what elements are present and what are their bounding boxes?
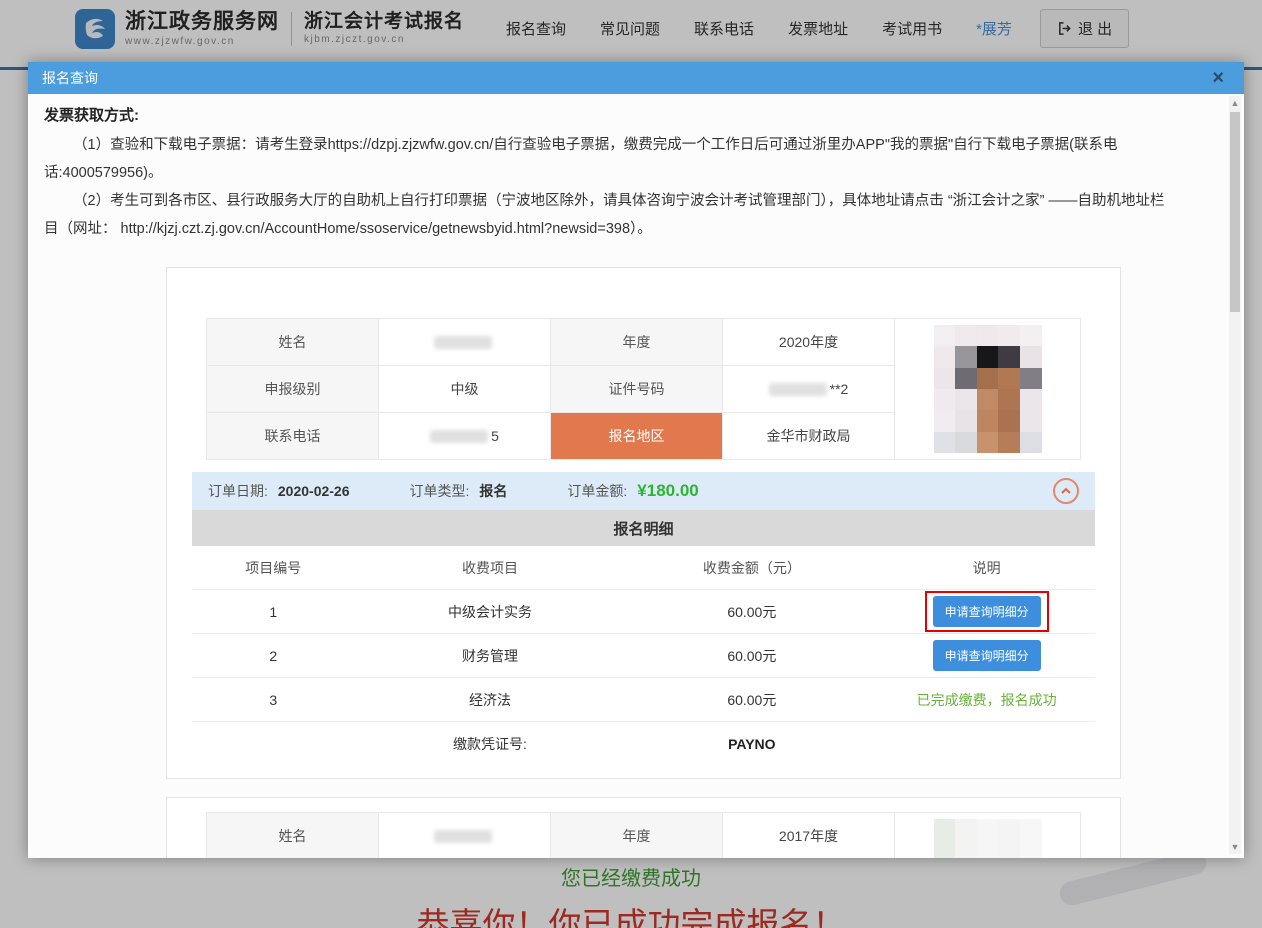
modal-title: 报名查询 (42, 68, 98, 88)
order-date-label: 订单日期: (208, 481, 268, 501)
close-icon[interactable]: × (1206, 68, 1230, 88)
collapse-chevron-icon[interactable] (1053, 478, 1079, 504)
name-label: 姓名 (207, 319, 379, 366)
row-no: 3 (192, 678, 355, 722)
row-item: 中级会计实务 (355, 590, 626, 634)
modal-titlebar: 报名查询 × (28, 62, 1244, 94)
row-action: 申请查询明细分 (878, 590, 1095, 634)
order-type-value: 报名 (479, 481, 507, 501)
scrollbar-down-arrow-icon[interactable]: ▼ (1229, 840, 1241, 854)
detail-section-title: 报名明细 (192, 510, 1095, 546)
phone-value: 5 (379, 413, 551, 460)
invoice-notice-paragraph-1: （1）查验和下载电子票据：请考生登录https://dzpj.zjzwfw.go… (44, 131, 1174, 187)
row-status: 已完成缴费，报名成功 (878, 678, 1095, 722)
name-value (379, 813, 551, 858)
applicant-photo (934, 325, 1042, 453)
region-label: 报名地区 (551, 413, 723, 460)
order-date-value: 2020-02-26 (278, 483, 350, 499)
order-record-card-2017: 姓名 年度 2017年度 申报级别 初级 证件号码 ***2 (166, 797, 1121, 858)
payno-value: PAYNO (625, 722, 878, 766)
row-fee: 60.00元 (625, 634, 878, 678)
col-header-item-no: 项目编号 (192, 546, 355, 590)
level-value: 中级 (379, 366, 551, 413)
col-header-fee-amount: 收费金额（元） (625, 546, 878, 590)
level-label: 申报级别 (207, 366, 379, 413)
row-fee: 60.00元 (625, 590, 878, 634)
apply-query-detail-button-2[interactable]: 申请查询明细分 (933, 640, 1041, 671)
order-record-card-2020: 姓名 年度 2020年度 申报级别 中级 证件号码 **2 联系电话 5 报名地… (166, 267, 1121, 779)
modal-scrollbar[interactable]: ▲ ▼ (1229, 96, 1241, 854)
id-value: **2 (723, 366, 895, 413)
applicant-info-table: 姓名 年度 2020年度 申报级别 中级 证件号码 **2 联系电话 5 报名地… (206, 318, 1081, 460)
id-label: 证件号码 (551, 366, 723, 413)
order-amount-label: 订单金额: (567, 481, 627, 501)
highlight-red-box: 申请查询明细分 (925, 591, 1049, 632)
region-value: 金华市财政局 (723, 413, 895, 460)
name-value (379, 319, 551, 366)
year-label: 年度 (551, 813, 723, 858)
year-value: 2020年度 (723, 319, 895, 366)
scrollbar-thumb[interactable] (1230, 112, 1240, 312)
order-summary-bar: 订单日期: 2020-02-26 订单类型: 报名 订单金额: ¥180.00 (192, 472, 1095, 510)
row-item: 经济法 (355, 678, 626, 722)
applicant-info-table-2: 姓名 年度 2017年度 申报级别 初级 证件号码 ***2 (206, 812, 1081, 858)
order-type-label: 订单类型: (410, 481, 470, 501)
col-header-fee-item: 收费项目 (355, 546, 626, 590)
row-action: 申请查询明细分 (878, 634, 1095, 678)
payno-label: 缴款凭证号: (355, 722, 626, 766)
row-no: 1 (192, 590, 355, 634)
phone-label: 联系电话 (207, 413, 379, 460)
scrollbar-up-arrow-icon[interactable]: ▲ (1229, 96, 1241, 110)
row-fee: 60.00元 (625, 678, 878, 722)
applicant-photo-cell (895, 319, 1081, 460)
row-no: 2 (192, 634, 355, 678)
fee-detail-table: 项目编号 收费项目 收费金额（元） 说明 1 中级会计实务 60.00元 申请查… (192, 546, 1095, 766)
year-value: 2017年度 (723, 813, 895, 858)
applicant-photo-cell-2 (895, 813, 1081, 858)
year-label: 年度 (551, 319, 723, 366)
row-item: 财务管理 (355, 634, 626, 678)
apply-query-detail-button-1[interactable]: 申请查询明细分 (933, 596, 1041, 627)
invoice-notice-paragraph-2: （2）考生可到各市区、县行政服务大厅的自助机上自行打印票据（宁波地区除外，请具体… (44, 187, 1174, 243)
modal-body: 发票获取方式: （1）查验和下载电子票据：请考生登录https://dzpj.z… (28, 94, 1244, 858)
col-header-remark: 说明 (878, 546, 1095, 590)
registration-query-modal: 报名查询 × 发票获取方式: （1）查验和下载电子票据：请考生登录https:/… (28, 62, 1244, 858)
page: 浙江政务服务网 www.zjzwfw.gov.cn 浙江会计考试报名 kjbm.… (0, 0, 1262, 928)
order-amount-value: ¥180.00 (637, 481, 698, 501)
invoice-notice-heading: 发票获取方式: (44, 104, 1210, 125)
applicant-photo-2 (934, 819, 1042, 858)
name-label: 姓名 (207, 813, 379, 858)
